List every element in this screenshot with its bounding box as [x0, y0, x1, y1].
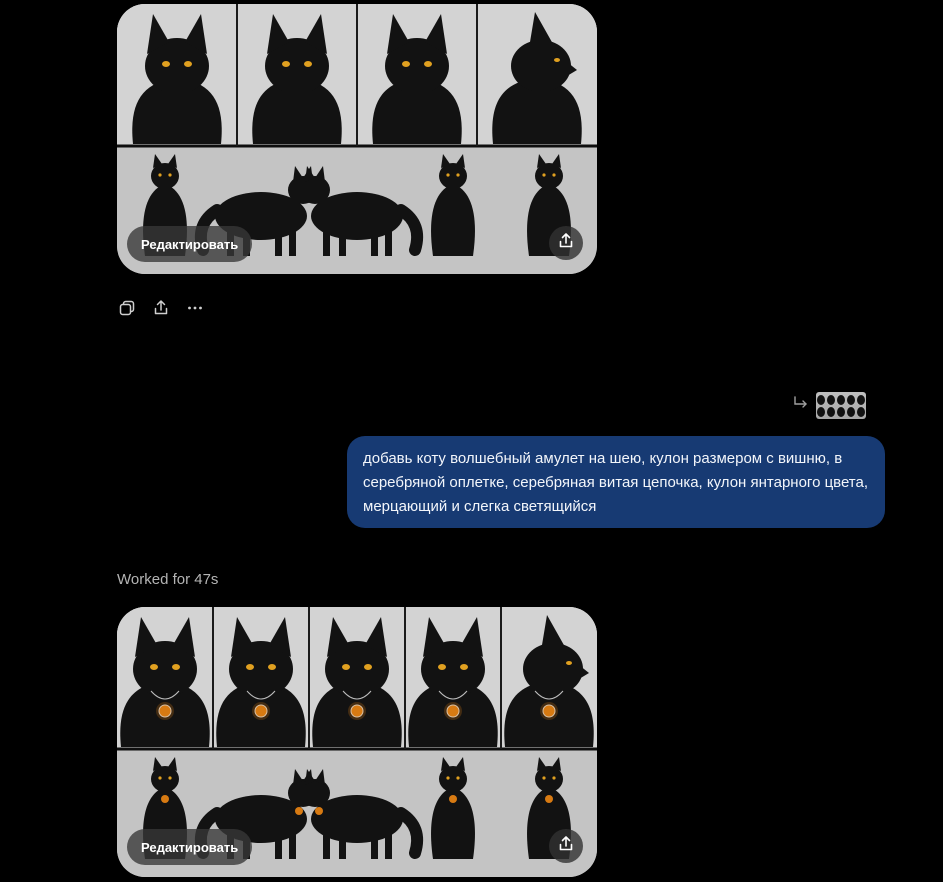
copy-icon	[118, 299, 136, 322]
share-icon	[152, 299, 170, 322]
message-actions	[117, 299, 205, 322]
reply-reference	[792, 392, 866, 419]
worked-duration-label[interactable]: Worked for 47s	[117, 571, 218, 588]
edit-image-button[interactable]: Редактировать	[127, 829, 253, 865]
edit-image-button[interactable]: Редактировать	[127, 226, 253, 262]
edit-button-label: Редактировать	[141, 839, 239, 855]
image-share-button[interactable]	[549, 829, 583, 863]
edit-button-label: Редактировать	[141, 236, 239, 252]
image-share-button[interactable]	[549, 226, 583, 260]
referenced-image-thumbnail[interactable]	[816, 392, 866, 419]
more-icon	[186, 299, 204, 322]
generated-image-card[interactable]: Редактировать	[117, 4, 597, 274]
chat-page: Редактировать добавь коту волшебный амул…	[0, 0, 943, 882]
more-options-button[interactable]	[185, 300, 205, 320]
reply-arrow-icon	[792, 394, 810, 417]
user-message-text: добавь коту волшебный амулет на шею, кул…	[363, 450, 869, 515]
share-icon	[557, 232, 575, 255]
copy-button[interactable]	[117, 300, 137, 320]
user-message-bubble: добавь коту волшебный амулет на шею, кул…	[347, 436, 885, 528]
generated-image-card-amulet[interactable]: Редактировать	[117, 607, 597, 877]
share-message-button[interactable]	[151, 299, 171, 322]
share-icon	[557, 835, 575, 858]
